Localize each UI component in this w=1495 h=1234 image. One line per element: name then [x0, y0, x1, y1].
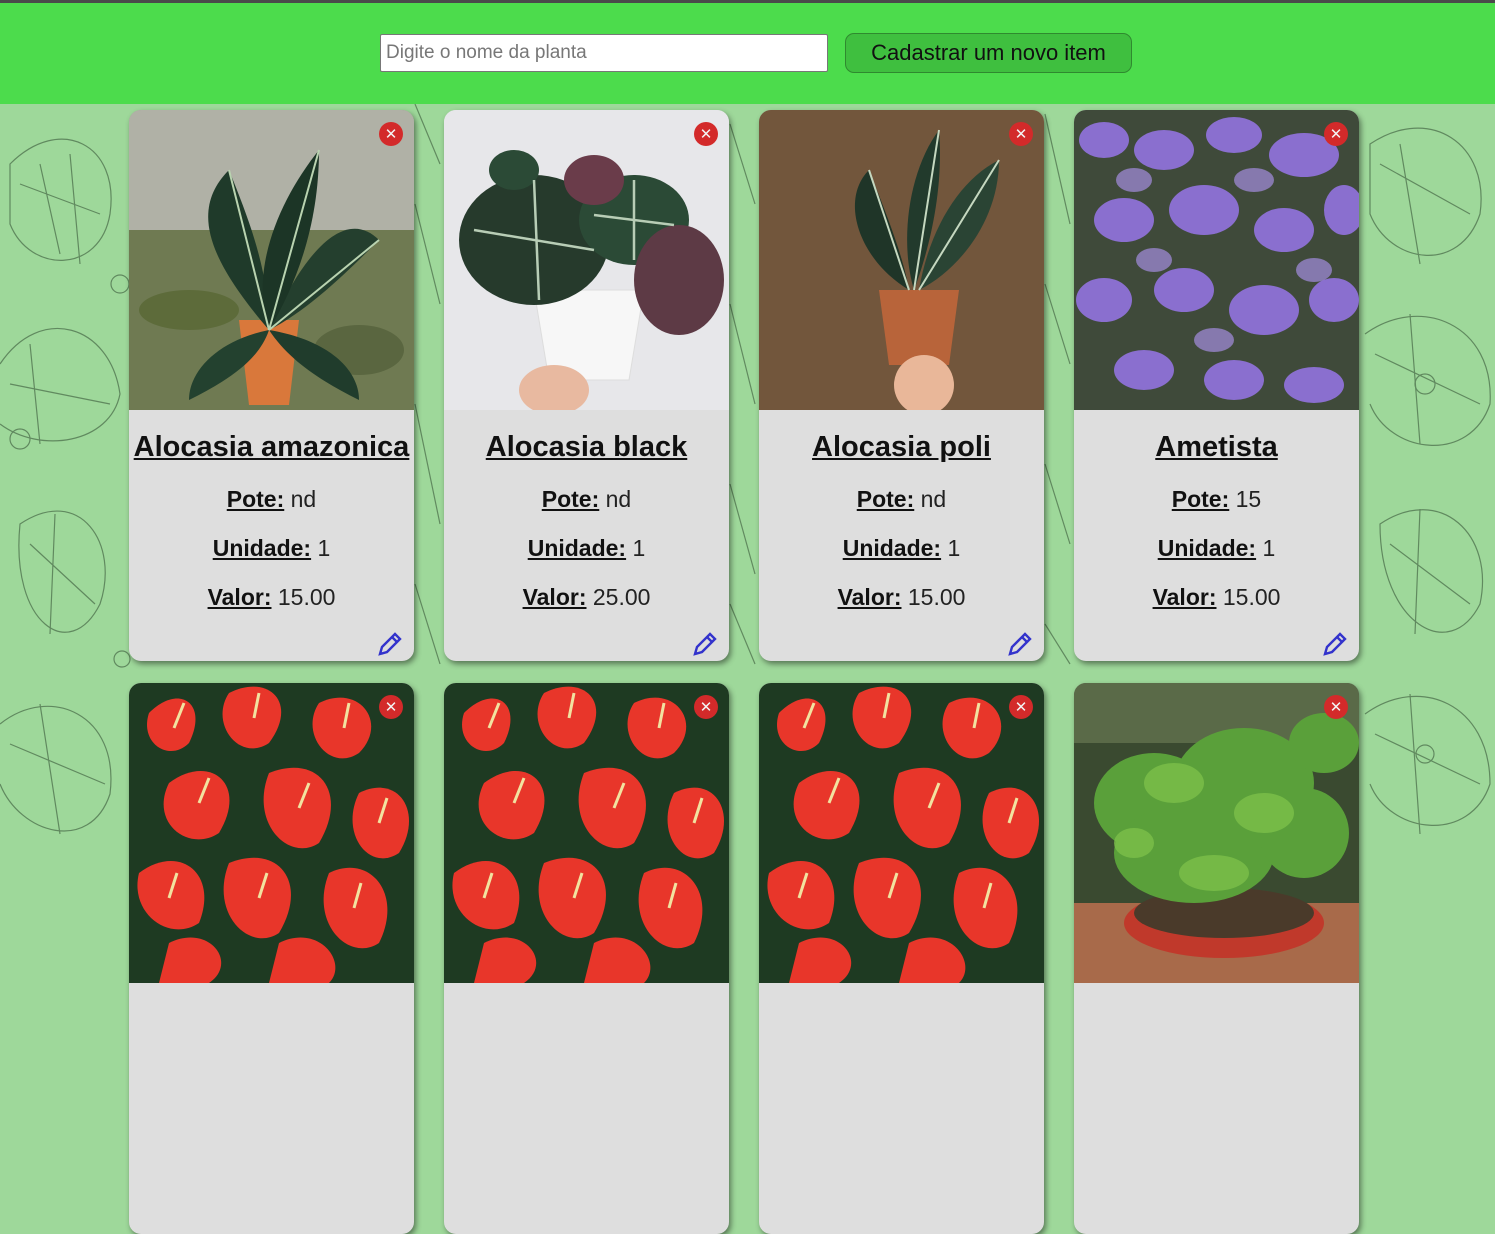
valor-row: Valor: 15.00	[759, 584, 1044, 611]
delete-button[interactable]: ✕	[1009, 695, 1033, 719]
plant-card: ✕ Ametista Pote: 15 Unidade: 1 Valor: 15…	[1074, 110, 1359, 661]
pote-row: Pote: nd	[444, 486, 729, 513]
plant-name: Alocasia poli	[812, 431, 991, 463]
valor-value: 15.00	[277, 584, 336, 610]
plant-photo: ✕	[759, 683, 1044, 983]
plant-card-grid: ✕ Alocasia amazonica Pote: nd Unidade: 1…	[129, 110, 1359, 1234]
pencil-icon	[693, 632, 717, 656]
pote-value: nd	[920, 486, 947, 512]
edit-button[interactable]	[1007, 631, 1033, 657]
plant-card: ✕	[1074, 683, 1359, 1234]
edit-button[interactable]	[377, 631, 403, 657]
unidade-label: Unidade:	[527, 535, 627, 561]
unidade-label: Unidade:	[842, 535, 942, 561]
plant-name: Ametista	[1155, 431, 1278, 463]
unidade-value: 1	[317, 535, 331, 561]
plant-card: ✕ Alocasia amazonica Pote: nd Unidade: 1…	[129, 110, 414, 661]
plant-card: ✕	[129, 683, 414, 1234]
unidade-value: 1	[632, 535, 646, 561]
plant-photo: ✕	[1074, 683, 1359, 983]
valor-value: 15.00	[1222, 584, 1281, 610]
close-icon: ✕	[1329, 697, 1343, 716]
plant-name: Alocasia black	[485, 431, 688, 463]
new-item-button[interactable]: Cadastrar um novo item	[845, 33, 1132, 73]
pencil-icon	[1323, 632, 1347, 656]
pote-row: Pote: nd	[129, 486, 414, 513]
pencil-icon	[378, 632, 402, 656]
header-bar: Cadastrar um novo item	[0, 3, 1495, 104]
pote-value: 15	[1235, 486, 1262, 512]
valor-label: Valor:	[837, 584, 902, 610]
pote-row: Pote: nd	[759, 486, 1044, 513]
pote-value: nd	[290, 486, 317, 512]
plant-photo: ✕	[444, 683, 729, 983]
plant-card: ✕ Alocasia poli Pote: nd Unidade: 1 Valo…	[759, 110, 1044, 661]
unidade-row: Unidade: 1	[129, 535, 414, 562]
valor-label: Valor:	[1152, 584, 1217, 610]
delete-button[interactable]: ✕	[379, 122, 403, 146]
plant-photo: ✕	[759, 110, 1044, 410]
pote-label: Pote:	[1171, 486, 1230, 512]
delete-button[interactable]: ✕	[1009, 122, 1033, 146]
close-icon: ✕	[1329, 124, 1343, 143]
delete-button[interactable]: ✕	[694, 695, 718, 719]
plant-card: ✕	[444, 683, 729, 1234]
valor-value: 15.00	[907, 584, 966, 610]
valor-label: Valor:	[207, 584, 272, 610]
pote-label: Pote:	[541, 486, 600, 512]
unidade-label: Unidade:	[212, 535, 312, 561]
pote-value: nd	[605, 486, 632, 512]
edit-button[interactable]	[1322, 631, 1348, 657]
plant-photo: ✕	[444, 110, 729, 410]
delete-button[interactable]: ✕	[379, 695, 403, 719]
plant-name: Alocasia amazonica	[133, 431, 410, 463]
unidade-value: 1	[1262, 535, 1276, 561]
delete-button[interactable]: ✕	[1324, 122, 1348, 146]
close-icon: ✕	[699, 697, 713, 716]
close-icon: ✕	[384, 697, 398, 716]
unidade-label: Unidade:	[1157, 535, 1257, 561]
pencil-icon	[1008, 632, 1032, 656]
delete-button[interactable]: ✕	[1324, 695, 1348, 719]
close-icon: ✕	[1014, 697, 1028, 716]
plant-card: ✕ Alocasia black Pote: nd Unidade: 1 Val…	[444, 110, 729, 661]
plant-photo: ✕	[129, 110, 414, 410]
plant-photo: ✕	[129, 683, 414, 983]
valor-row: Valor: 15.00	[129, 584, 414, 611]
unidade-value: 1	[947, 535, 961, 561]
edit-button[interactable]	[692, 631, 718, 657]
close-icon: ✕	[384, 124, 398, 143]
unidade-row: Unidade: 1	[444, 535, 729, 562]
unidade-row: Unidade: 1	[759, 535, 1044, 562]
unidade-row: Unidade: 1	[1074, 535, 1359, 562]
close-icon: ✕	[699, 124, 713, 143]
valor-value: 25.00	[592, 584, 651, 610]
delete-button[interactable]: ✕	[694, 122, 718, 146]
pote-label: Pote:	[226, 486, 285, 512]
valor-row: Valor: 15.00	[1074, 584, 1359, 611]
close-icon: ✕	[1014, 124, 1028, 143]
pote-label: Pote:	[856, 486, 915, 512]
pote-row: Pote: 15	[1074, 486, 1359, 513]
valor-label: Valor:	[522, 584, 587, 610]
valor-row: Valor: 25.00	[444, 584, 729, 611]
plant-card: ✕	[759, 683, 1044, 1234]
plant-photo: ✕	[1074, 110, 1359, 410]
search-input[interactable]	[380, 34, 828, 72]
